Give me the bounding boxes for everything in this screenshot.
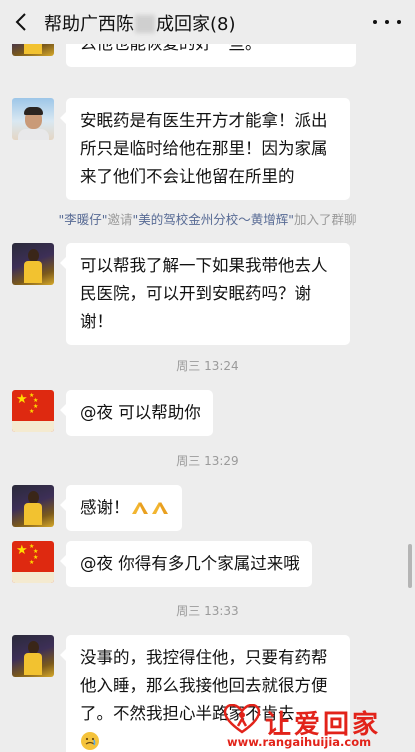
avatar[interactable]: [12, 44, 54, 56]
message-bubble[interactable]: … 么他也能恢复的好一些。: [66, 44, 356, 67]
message-list[interactable]: … 么他也能恢复的好一些。 安眠药是有医生开方才能拿！派出 所只是临时给他在那里…: [0, 44, 415, 752]
system-notice: "李暖仔"邀请"美的驾校金州分校～黄增辉"加入了群聊: [58, 212, 357, 227]
avatar[interactable]: [12, 485, 54, 527]
message-bubble[interactable]: @夜 你得有多几个家属过来哦: [60, 541, 312, 587]
chevron-left-icon: [15, 13, 26, 31]
message-bubble[interactable]: 可以帮我了解一下如果我带他去人 民医院，可以开到安眠药吗？谢 谢！: [60, 243, 350, 345]
message-bubble[interactable]: 感谢！: [60, 485, 182, 531]
folded-hands-emoji-icon: [151, 502, 168, 514]
more-dots-icon[interactable]: [373, 12, 401, 32]
message-bubble[interactable]: 安眠药是有医生开方才能拿！派出 所只是临时给他在那里！因为家属 来了他们不会让他…: [60, 98, 350, 200]
watermark-logo: 让爱回家 www.rangaihuijia.com: [209, 702, 409, 750]
timestamp: 周三 13:33: [176, 604, 239, 618]
message-bubble[interactable]: @夜 可以帮助你: [60, 390, 213, 436]
avatar[interactable]: ★ ★ ★ ★ ★: [12, 541, 54, 583]
avatar[interactable]: [12, 243, 54, 285]
chat-header: 帮助广西陈 成回家(8): [0, 0, 415, 44]
avatar[interactable]: [12, 98, 54, 140]
heart-logo-icon: [223, 704, 261, 734]
chat-title: 帮助广西陈 成回家(8): [44, 14, 236, 35]
timestamp: 周三 13:24: [176, 359, 239, 373]
avatar[interactable]: ★ ★ ★ ★ ★: [12, 390, 54, 432]
crying-face-emoji-icon: [81, 732, 99, 750]
back-button[interactable]: [8, 8, 34, 36]
blurred-character: [135, 15, 155, 33]
folded-hands-emoji-icon: [131, 502, 148, 514]
scrollbar[interactable]: [408, 544, 412, 588]
avatar[interactable]: [12, 635, 54, 677]
timestamp: 周三 13:29: [176, 454, 239, 468]
